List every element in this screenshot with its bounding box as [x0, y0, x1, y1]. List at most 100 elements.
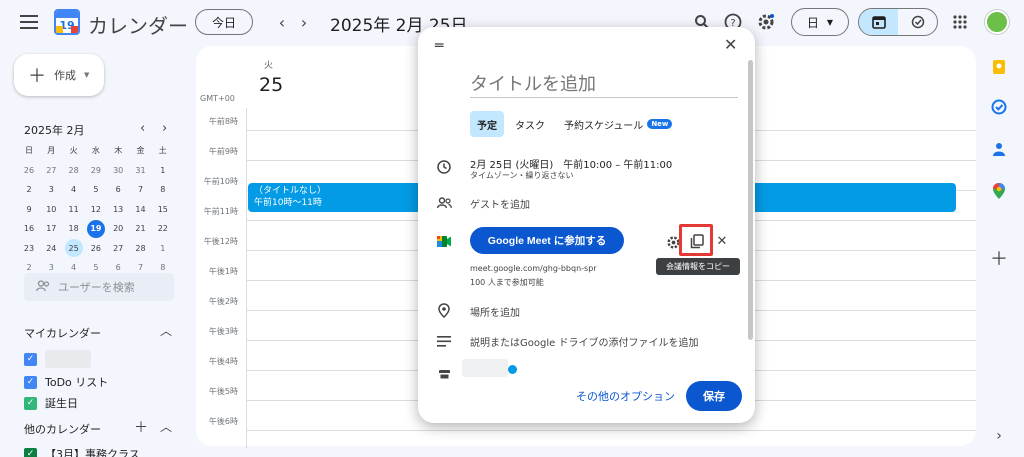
join-google-meet-button[interactable]: Google Meet に参加する: [470, 227, 624, 254]
mini-calendar-day[interactable]: 22: [152, 219, 174, 239]
mini-calendar-day[interactable]: 7: [130, 180, 152, 200]
calendar-item-class[interactable]: ✓ 【3月】事務クラス: [24, 446, 140, 457]
close-icon[interactable]: ✕: [724, 35, 737, 54]
account-avatar[interactable]: [985, 10, 1009, 34]
add-location[interactable]: 場所を追加: [470, 304, 520, 319]
mini-calendar-day[interactable]: 1: [152, 160, 174, 180]
mini-calendar-day[interactable]: 17: [40, 219, 62, 239]
keep-icon[interactable]: [988, 56, 1010, 78]
mini-calendar-day[interactable]: 14: [130, 199, 152, 219]
mini-prev-month-icon[interactable]: ‹: [140, 121, 145, 136]
calendar-name: 【3月】事務クラス: [45, 448, 140, 457]
tab-label: 予約スケジュール: [564, 120, 644, 132]
checkbox-checked-icon[interactable]: ✓: [24, 396, 37, 410]
search-users-field[interactable]: ユーザーを検索: [24, 273, 174, 301]
timezone-repeat[interactable]: タイムゾーン・繰り返さない: [470, 170, 573, 181]
mini-calendar-day[interactable]: 27: [40, 160, 62, 180]
mini-calendar-day[interactable]: 29: [85, 160, 107, 180]
calendar-item-birthdays[interactable]: ✓ 誕生日: [24, 395, 78, 411]
main-menu-icon[interactable]: [18, 12, 40, 32]
dialog-scrollbar[interactable]: [748, 60, 753, 340]
get-addons-plus-icon[interactable]: ＋: [988, 247, 1010, 270]
location-pin-icon: [436, 302, 452, 318]
mini-next-month-icon[interactable]: ›: [162, 121, 167, 136]
dropdown-caret-icon: ▼: [84, 71, 90, 79]
weekday-label: 水: [91, 145, 100, 155]
mini-calendar-day[interactable]: 24: [40, 238, 62, 258]
contacts-icon[interactable]: [988, 138, 1010, 160]
checkbox-checked-icon[interactable]: ✓: [24, 447, 37, 457]
mini-calendar-day[interactable]: 2: [18, 180, 40, 200]
today-button[interactable]: 今日: [195, 9, 253, 35]
collapse-chevron-icon[interactable]: ︿: [160, 418, 172, 435]
calendar-view-toggle-icon[interactable]: [859, 9, 898, 35]
mini-calendar-day[interactable]: 11: [63, 199, 85, 219]
collapse-chevron-icon[interactable]: ︿: [160, 322, 172, 339]
mini-calendar-day[interactable]: 18: [63, 219, 85, 239]
my-calendars-heading[interactable]: マイカレンダー: [24, 325, 101, 341]
mini-calendar-day[interactable]: 4: [63, 180, 85, 200]
settings-gear-icon[interactable]: [756, 12, 776, 32]
prev-day-icon[interactable]: ‹: [273, 12, 291, 32]
calendar-item-todo[interactable]: ✓ ToDo リスト: [24, 374, 108, 390]
event-datetime[interactable]: 2月 25日 (火曜日) 午前10:00 – 午前11:00: [470, 156, 672, 171]
other-calendars-heading[interactable]: 他のカレンダー: [24, 421, 101, 437]
mini-calendar-day[interactable]: 21: [130, 219, 152, 239]
day-number[interactable]: 25: [259, 74, 283, 96]
mini-calendar-day[interactable]: 15: [152, 199, 174, 219]
meet-link[interactable]: meet.google.com/ghg-bbqn-spr: [470, 264, 597, 273]
mini-calendar-day[interactable]: 26: [85, 238, 107, 258]
mini-calendar-day[interactable]: 31: [130, 160, 152, 180]
checkbox-checked-icon[interactable]: ✓: [24, 352, 37, 366]
mini-calendar-day[interactable]: 10: [40, 199, 62, 219]
mini-calendar-day[interactable]: 28: [130, 238, 152, 258]
mini-calendar-day[interactable]: 5: [85, 180, 107, 200]
mini-calendar-day[interactable]: 20: [107, 219, 129, 239]
hour-label: 午後1時: [208, 267, 238, 276]
mini-calendar-day[interactable]: 6: [107, 180, 129, 200]
clock-icon: [436, 159, 452, 175]
calendar-item-redacted[interactable]: ✓: [24, 350, 91, 368]
tasks-view-toggle-icon[interactable]: [898, 9, 937, 35]
mini-calendar-day[interactable]: 8: [152, 180, 174, 200]
remove-meet-close-icon[interactable]: ✕: [714, 233, 730, 249]
next-day-icon[interactable]: ›: [295, 12, 313, 32]
add-guests[interactable]: ゲストを追加: [470, 196, 530, 211]
mini-calendar-day[interactable]: 16: [18, 219, 40, 239]
apps-grid-icon[interactable]: [951, 13, 969, 31]
mini-calendar-day[interactable]: 9: [18, 199, 40, 219]
mini-calendar-day[interactable]: 25: [64, 239, 83, 257]
tab-event[interactable]: 予定: [470, 111, 504, 137]
create-button[interactable]: ＋ 作成 ▼: [14, 54, 104, 96]
mini-calendar-day[interactable]: 1: [152, 238, 174, 258]
event-title-input[interactable]: [470, 72, 738, 98]
drag-handle-icon[interactable]: ═: [435, 38, 443, 54]
mini-calendar-day[interactable]: 12: [85, 199, 107, 219]
calendar-logo-icon[interactable]: 19: [54, 9, 80, 35]
tab-appointment-schedule[interactable]: 予約スケジュール New: [564, 111, 673, 137]
mini-calendar-day[interactable]: 23: [18, 238, 40, 258]
mini-calendar-day[interactable]: 13: [107, 199, 129, 219]
more-options-link[interactable]: その他のオプション: [576, 388, 675, 404]
add-calendar-plus-icon[interactable]: ＋: [134, 417, 148, 437]
mini-calendar-day[interactable]: 30: [107, 160, 129, 180]
new-badge: New: [647, 119, 673, 129]
people-icon: [36, 279, 50, 295]
timezone-label: GMT+00: [200, 94, 235, 103]
save-button[interactable]: 保存: [686, 381, 742, 411]
mini-calendar-day[interactable]: 28: [63, 160, 85, 180]
tasks-icon[interactable]: [988, 96, 1010, 118]
maps-icon[interactable]: [988, 180, 1010, 202]
tab-task[interactable]: タスク: [515, 111, 545, 137]
add-description[interactable]: 説明またはGoogle ドライブの添付ファイルを追加: [470, 334, 698, 349]
view-selector[interactable]: 日 ▼: [791, 8, 849, 36]
meet-capacity: 100 人まで参加可能: [470, 278, 544, 287]
mini-calendar-day[interactable]: 27: [107, 238, 129, 258]
time-grid-divider: [246, 108, 247, 448]
mini-calendar-day[interactable]: 26: [18, 160, 40, 180]
mini-calendar-day[interactable]: 3: [40, 180, 62, 200]
expand-panel-chevron-icon[interactable]: ›: [988, 425, 1010, 447]
checkbox-checked-icon[interactable]: ✓: [24, 375, 37, 389]
mini-calendar-day[interactable]: 19: [86, 219, 105, 238]
calendar-tasks-toggle[interactable]: [858, 8, 938, 36]
